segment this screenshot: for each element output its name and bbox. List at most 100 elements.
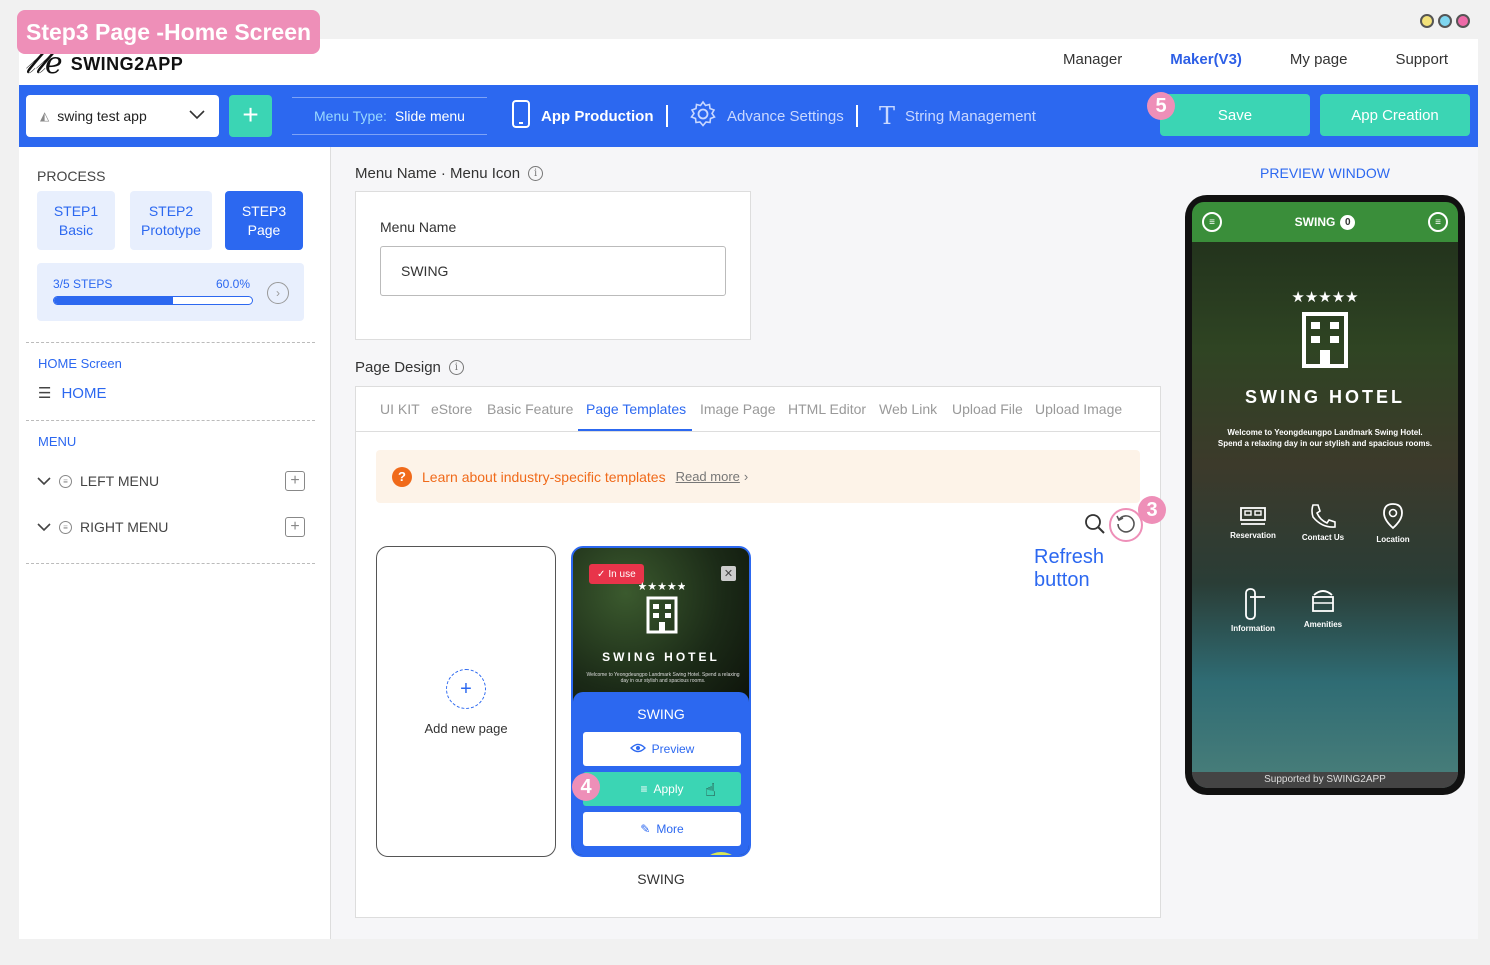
divider — [26, 420, 315, 421]
step3-button[interactable]: STEP3 Page — [225, 191, 303, 250]
more-button[interactable]: ✎ More — [583, 812, 741, 846]
add-new-page-card[interactable]: + Add new page — [376, 546, 556, 857]
chevron-down-icon — [189, 107, 205, 125]
advance-settings-label: Advance Settings — [727, 107, 844, 125]
info-icon[interactable]: i — [528, 166, 544, 181]
nav-my-page[interactable]: My page — [1290, 51, 1348, 68]
phone-hotel-sub-line1: Welcome to Yeongdeungpo Landmark Swing H… — [1227, 428, 1423, 437]
advance-settings-tab[interactable]: Advance Settings — [689, 85, 844, 147]
search-icon[interactable] — [1084, 513, 1106, 535]
toolbar-divider — [856, 105, 858, 127]
phone-location-button[interactable]: Location — [1358, 502, 1428, 544]
hotel-building-icon: ★★★★★ — [637, 578, 687, 643]
apply-button[interactable]: ≡ Apply ☝ — [583, 772, 742, 855]
window-controls — [1420, 14, 1470, 28]
phone-hotel-sub-line2: Spend a relaxing day in our stylish and … — [1217, 439, 1433, 448]
step2-button[interactable]: STEP2 Prototype — [130, 191, 212, 250]
maximize-dot[interactable] — [1438, 14, 1452, 28]
info-icon[interactable]: i — [448, 360, 464, 375]
menu-name-input[interactable] — [380, 246, 726, 296]
location-label: Location — [1376, 535, 1410, 544]
in-use-badge: ✓ In use — [589, 564, 644, 584]
notice-banner: ? Learn about industry-specific template… — [376, 450, 1140, 503]
step1-label: STEP1 — [53, 202, 99, 219]
phone-contact-button[interactable]: Contact Us — [1288, 502, 1358, 542]
page-design-title: Page Design i — [355, 359, 464, 376]
design-tabs: UI KIT eStore Basic Feature Page Templat… — [356, 387, 1160, 432]
right-menu-icon[interactable]: ≡ — [1428, 212, 1448, 232]
progress-percent: 60.0% — [216, 277, 251, 291]
sidebar-item-left-menu[interactable]: ≡ LEFT MENU + — [37, 471, 305, 491]
tab-page-templates[interactable]: Page Templates — [586, 401, 686, 417]
edit-icon: ✎ — [640, 822, 651, 836]
step1-sub: Basic — [58, 221, 94, 238]
phone-preview: ≡ SWING 0 ≡ ★★★★★ SWING HOTEL Welcome to… — [1185, 195, 1465, 795]
phone-amenities-button[interactable]: Amenities — [1288, 587, 1358, 629]
chevron-down-icon[interactable] — [37, 519, 51, 535]
tab-image-page[interactable]: Image Page — [700, 401, 776, 417]
step1-button[interactable]: STEP1 Basic — [37, 191, 115, 250]
amenities-label: Amenities — [1303, 620, 1343, 629]
tab-html-editor[interactable]: HTML Editor — [788, 401, 866, 417]
app-production-tab[interactable]: App Production — [511, 85, 654, 147]
section-title-text: Page Design — [355, 359, 441, 376]
progress-bar — [53, 296, 253, 305]
information-label: Information — [1231, 624, 1275, 633]
sidebar-item-right-menu[interactable]: ≡ RIGHT MENU + — [37, 517, 305, 537]
nav-manager[interactable]: Manager — [1063, 51, 1122, 68]
menu-type-selector[interactable]: Menu Type: Slide menu — [292, 97, 487, 135]
template-name: SWING — [637, 706, 685, 722]
process-title: PROCESS — [37, 168, 106, 184]
close-dot[interactable] — [1456, 14, 1470, 28]
save-button[interactable]: Save — [1160, 94, 1310, 136]
bed-icon — [1240, 507, 1266, 525]
home-section-title: HOME Screen — [38, 356, 122, 371]
add-menu-button[interactable]: + — [285, 517, 305, 537]
minimize-dot[interactable] — [1420, 14, 1434, 28]
tab-upload-file[interactable]: Upload File — [952, 401, 1023, 417]
notice-text: Learn about industry-specific templates — [422, 468, 666, 485]
tab-basic-feature[interactable]: Basic Feature — [487, 401, 573, 417]
read-more-link[interactable]: Read more — [676, 469, 740, 484]
progress-steps: 3/5 STEPS — [53, 277, 113, 291]
nav-maker[interactable]: Maker(V3) — [1170, 51, 1242, 68]
phone-information-button[interactable]: Information — [1218, 587, 1288, 633]
app-creation-button[interactable]: App Creation — [1320, 94, 1470, 136]
divider — [26, 342, 315, 343]
phone-reservation-button[interactable]: Reservation — [1218, 502, 1288, 540]
preview-button[interactable]: Preview — [583, 732, 741, 766]
nav-support[interactable]: Support — [1395, 51, 1448, 68]
menu-name-card: Menu Name — [355, 191, 751, 340]
tab-ui-kit[interactable]: UI KIT — [380, 401, 420, 417]
hotel-building-icon: ★★★★★ — [1290, 286, 1360, 377]
tab-estore[interactable]: eStore — [431, 401, 472, 417]
contact-us-label: Contact Us — [1301, 533, 1345, 542]
template-card[interactable]: ✓ In use ✕ ★★★★★ SWING HOTEL Welcome to … — [571, 546, 751, 857]
string-management-tab[interactable]: T String Management — [879, 85, 1036, 147]
chevron-down-icon[interactable] — [37, 473, 51, 489]
next-step-icon[interactable]: › — [267, 282, 289, 304]
app-select[interactable]: ◭ swing test app — [26, 95, 219, 137]
tab-upload-image[interactable]: Upload Image — [1035, 401, 1122, 417]
template-caption: SWING — [637, 871, 685, 887]
step-badge-save: 5 — [1147, 92, 1175, 120]
template-hotel-sub: Welcome to Yeongdeungpo Landmark Swing H… — [586, 672, 740, 684]
left-menu-icon[interactable]: ≡ — [1202, 212, 1222, 232]
phone-count-badge: 0 — [1340, 214, 1356, 230]
phone-app-bar: ≡ SWING 0 ≡ — [1192, 202, 1458, 242]
app-select-value: swing test app — [57, 108, 147, 124]
step-banner: Step3 Page -Home Screen — [17, 10, 320, 54]
menu-circle-icon: ≡ — [59, 520, 72, 534]
app-window: 𝓁𝓁𝑒 SWING2APP Manager Maker(V3) My page … — [19, 39, 1478, 939]
phone-hotel-sub: Welcome to Yeongdeungpo Landmark Swing H… — [1212, 427, 1438, 449]
sidebar-item-home[interactable]: ☰ HOME — [38, 384, 106, 403]
location-pin-icon — [1383, 503, 1403, 530]
tab-web-link[interactable]: Web Link — [879, 401, 937, 417]
close-icon[interactable]: ✕ — [721, 566, 736, 581]
amenities-icon — [1312, 590, 1334, 612]
apply-label: Apply — [653, 782, 684, 796]
add-menu-button[interactable]: + — [285, 471, 305, 491]
step2-sub: Prototype — [141, 221, 201, 238]
gear-icon — [689, 100, 717, 132]
add-app-button[interactable]: + — [229, 95, 272, 137]
